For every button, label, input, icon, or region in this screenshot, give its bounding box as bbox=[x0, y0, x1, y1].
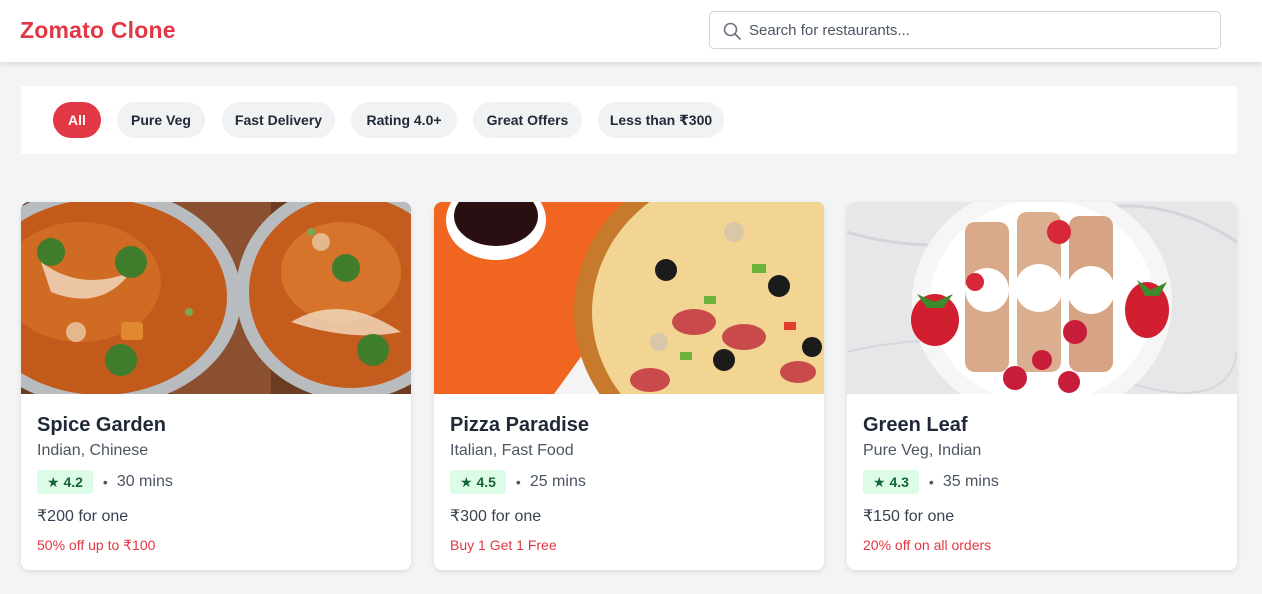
filter-chip-less-than-300[interactable]: Less than ₹300 bbox=[598, 102, 724, 138]
top-navbar: Zomato Clone bbox=[0, 0, 1262, 62]
restaurant-name: Pizza Paradise bbox=[450, 414, 589, 436]
filter-chip-great-offers[interactable]: Great Offers bbox=[473, 102, 582, 138]
restaurant-card[interactable]: Spice Garden Indian, Chinese ★ 4.2 • 30 … bbox=[21, 202, 411, 570]
separator-dot: • bbox=[928, 474, 934, 490]
offer-text: Buy 1 Get 1 Free bbox=[450, 537, 557, 553]
separator-dot: • bbox=[515, 474, 521, 490]
offer-text: 20% off on all orders bbox=[863, 537, 992, 553]
filter-chip-fast-delivery[interactable]: Fast Delivery bbox=[222, 102, 335, 138]
delivery-time: 30 mins bbox=[116, 473, 173, 490]
restaurant-name: Green Leaf bbox=[863, 414, 968, 436]
rating-badge: ★ 4.2 bbox=[37, 470, 93, 494]
restaurant-card[interactable]: Green Leaf Pure Veg, Indian ★ 4.3 • 35 m… bbox=[847, 202, 1237, 570]
restaurant-cuisine: Indian, Chinese bbox=[37, 442, 149, 459]
app-logo[interactable]: Zomato Clone bbox=[20, 17, 176, 44]
restaurant-card[interactable]: Pizza Paradise Italian, Fast Food ★ 4.5 … bbox=[434, 202, 824, 570]
restaurant-cuisine: Pure Veg, Indian bbox=[863, 442, 982, 459]
rating-badge: ★ 4.5 bbox=[450, 470, 506, 494]
offer-text: 50% off up to ₹100 bbox=[37, 537, 156, 553]
price-for-one: ₹200 for one bbox=[37, 508, 129, 525]
restaurant-cuisine: Italian, Fast Food bbox=[450, 442, 574, 459]
restaurant-image bbox=[847, 202, 1237, 394]
filter-bar: All Pure Veg Fast Delivery Rating 4.0+ G… bbox=[21, 86, 1237, 154]
restaurant-image bbox=[21, 202, 411, 394]
price-for-one: ₹300 for one bbox=[450, 508, 542, 525]
separator-dot: • bbox=[102, 474, 108, 490]
restaurant-image bbox=[434, 202, 824, 394]
delivery-time: 35 mins bbox=[942, 473, 999, 490]
search-bar[interactable] bbox=[709, 11, 1221, 49]
price-for-one: ₹150 for one bbox=[863, 508, 955, 525]
search-icon bbox=[723, 22, 741, 40]
delivery-time: 25 mins bbox=[529, 473, 586, 490]
filter-chip-pure-veg[interactable]: Pure Veg bbox=[117, 102, 205, 138]
rating-row: ★ 4.5 • 25 mins bbox=[450, 470, 586, 494]
filter-chip-rating[interactable]: Rating 4.0+ bbox=[351, 102, 457, 138]
rating-row: ★ 4.2 • 30 mins bbox=[37, 470, 173, 494]
rating-row: ★ 4.3 • 35 mins bbox=[863, 470, 999, 494]
restaurant-name: Spice Garden bbox=[37, 414, 166, 436]
rating-badge: ★ 4.3 bbox=[863, 470, 919, 494]
search-input[interactable] bbox=[749, 12, 1209, 48]
filter-chip-all[interactable]: All bbox=[53, 102, 101, 138]
